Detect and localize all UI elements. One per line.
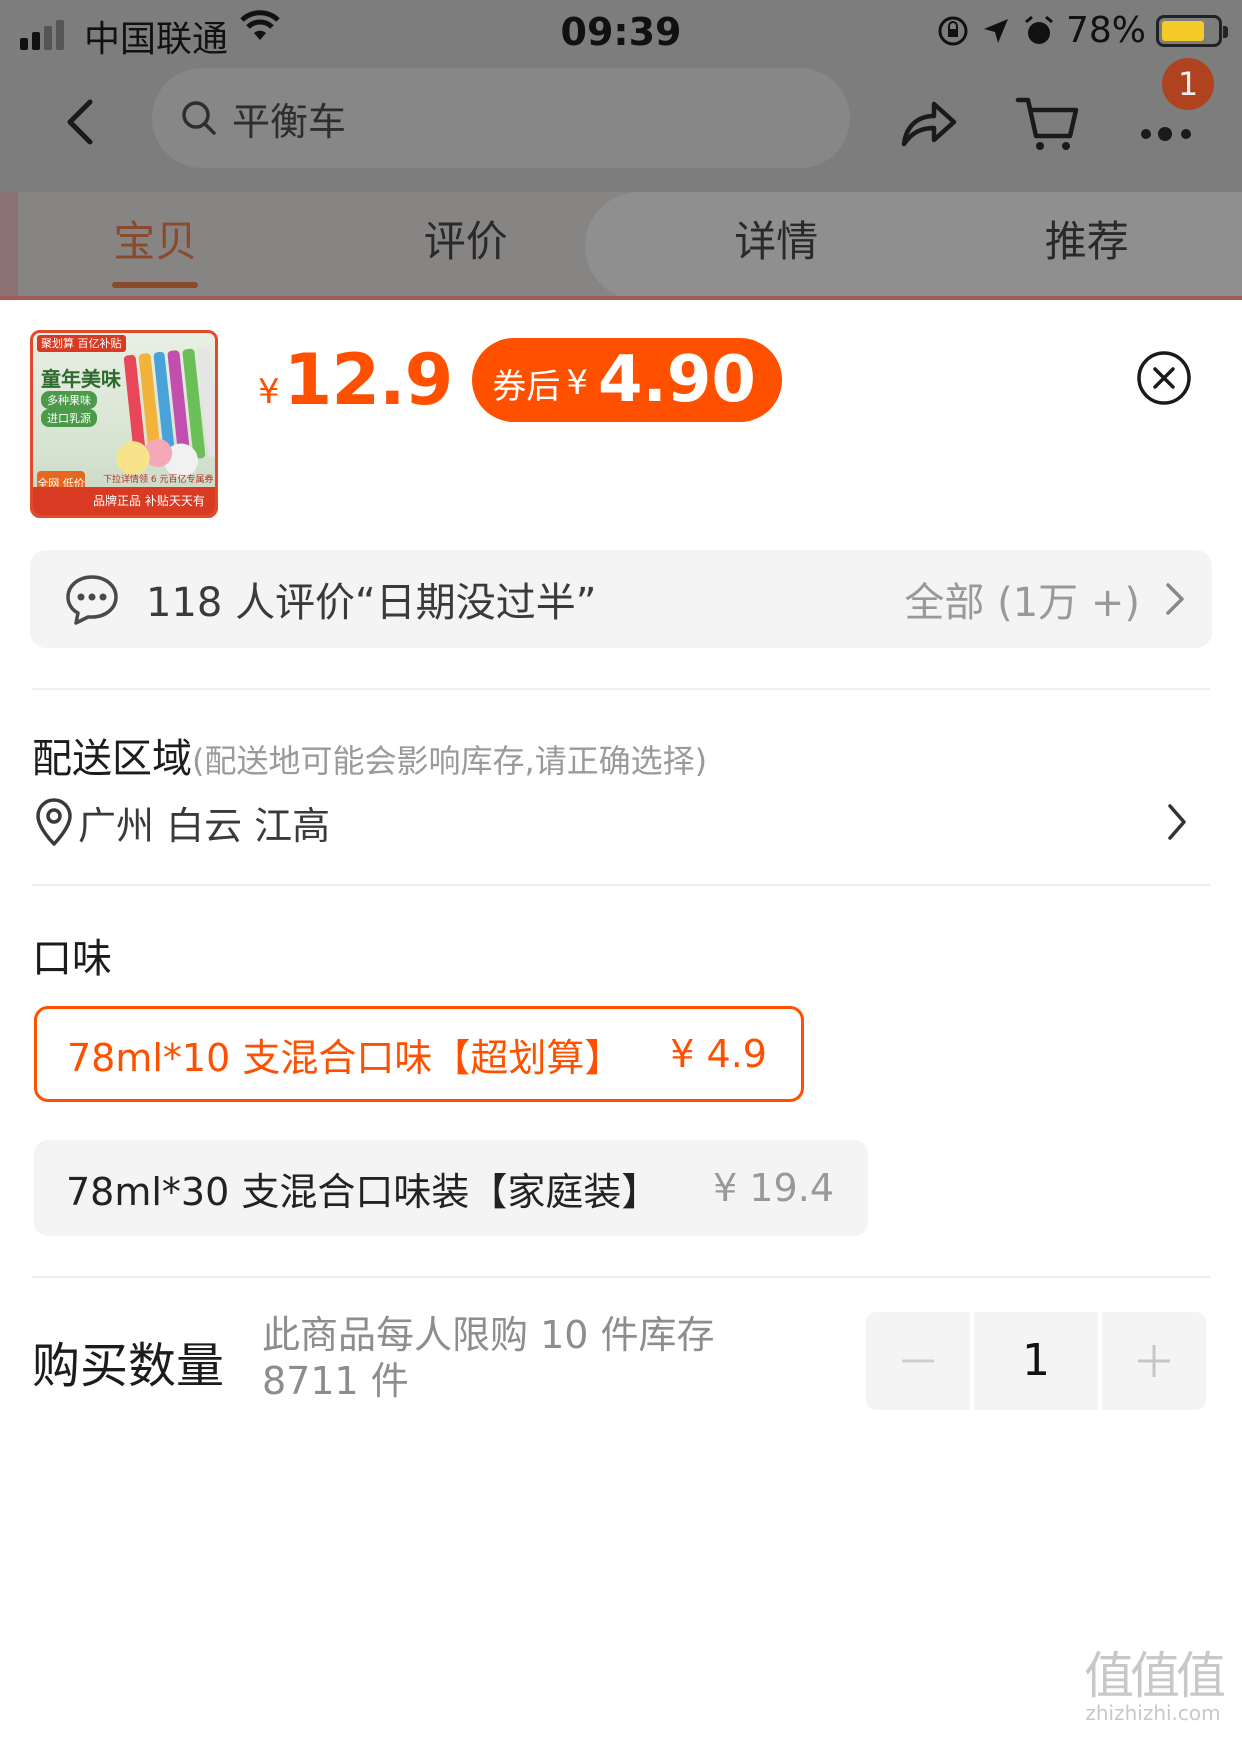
minus-icon xyxy=(902,1359,934,1363)
option-price: ¥ 19.4 xyxy=(713,1166,834,1210)
price-currency: ¥ xyxy=(258,372,280,412)
delivery-address: 广州 白云 江高 xyxy=(78,803,331,848)
review-summary[interactable]: 118 人评价“日期没过半” 全部 (1万 +) xyxy=(30,550,1212,648)
tab-recommend[interactable]: 推荐 xyxy=(932,196,1242,300)
thumb-brand-badge: 聚划算 百亿补贴 xyxy=(37,335,126,352)
review-highlight: 118 人评价“日期没过半” xyxy=(146,580,597,626)
increment-button[interactable] xyxy=(1102,1312,1206,1410)
watermark: 值值值 zhizhizhi.com xyxy=(1078,1649,1228,1723)
delivery-label: 配送区域 xyxy=(32,736,192,782)
search-input[interactable]: 平衡车 xyxy=(232,91,346,146)
quantity-title: 购买数量 xyxy=(32,1338,225,1394)
quantity-input[interactable]: 1 xyxy=(974,1312,1098,1410)
battery-icon xyxy=(1156,14,1228,47)
cart-badge: 1 xyxy=(1162,58,1214,110)
share-icon[interactable] xyxy=(892,88,962,158)
rotation-lock-icon xyxy=(938,16,968,45)
status-indicators: 78% xyxy=(936,10,1228,51)
watermark-url: zhizhizhi.com xyxy=(1085,1701,1221,1725)
watermark-logo: 值值值 xyxy=(1084,1647,1226,1705)
thumb-title: 童年美味 xyxy=(41,367,121,391)
dimmed-overlay[interactable]: 中国联通 09:39 78% 平衡车 1 宝贝 评价 详情 推荐 xyxy=(0,0,1242,300)
price-row: ¥ 12.9 券后 ¥ 4.90 xyxy=(258,338,782,422)
thumb-tag: 多种果味 xyxy=(41,391,97,409)
tab-reviews[interactable]: 评价 xyxy=(311,196,622,300)
thumb-tag: 进口乳源 xyxy=(41,409,97,427)
coupon-currency: ¥ xyxy=(566,363,588,403)
tab-details[interactable]: 详情 xyxy=(621,196,932,300)
price-value: 12.9 xyxy=(283,339,454,421)
option-label: 78ml*10 支混合口味【超划算】 xyxy=(67,1035,623,1080)
thumb-note: 下拉详情领 6 元百亿专属券 xyxy=(103,475,214,485)
search-icon xyxy=(182,101,216,135)
divider xyxy=(32,1276,1210,1278)
flavor-option[interactable]: 78ml*30 支混合口味装【家庭装】 ¥ 19.4 xyxy=(34,1140,868,1236)
product-thumbnail[interactable]: 聚划算 百亿补贴 童年美味 多种果味 进口乳源 下拉详情领 6 元百亿专属券 全… xyxy=(30,330,218,518)
thumb-footer: 品牌正品 补贴天天有 xyxy=(33,487,215,515)
sku-sheet: 聚划算 百亿补贴 童年美味 多种果味 进口乳源 下拉详情领 6 元百亿专属券 全… xyxy=(0,300,1242,1737)
delivery-title: 配送区域(配送地可能会影响库存,请正确选择) xyxy=(32,726,707,784)
option-label: 78ml*30 支混合口味装【家庭装】 xyxy=(66,1169,660,1214)
chat-bubble-icon xyxy=(66,575,118,625)
divider xyxy=(32,688,1210,690)
delivery-address-selector[interactable]: 广州 白云 江高 xyxy=(32,794,1202,850)
location-icon xyxy=(983,18,1008,43)
plus-icon xyxy=(1138,1345,1170,1377)
flavor-option-selected[interactable]: 78ml*10 支混合口味【超划算】 ¥ 4.9 xyxy=(34,1006,804,1102)
delivery-hint: (配送地可能会影响库存,请正确选择) xyxy=(192,742,708,780)
chevron-right-icon xyxy=(1166,583,1184,615)
coupon-price-badge: 券后 ¥ 4.90 xyxy=(472,338,782,422)
option-price: ¥ 4.9 xyxy=(670,1032,767,1076)
review-all-link[interactable]: 全部 (1万 +) xyxy=(904,570,1140,628)
decrement-button[interactable] xyxy=(866,1312,970,1410)
nav-bar: 平衡车 xyxy=(0,62,1242,192)
divider xyxy=(32,884,1210,886)
coupon-price: 4.90 xyxy=(598,343,756,417)
location-pin-icon xyxy=(36,798,72,846)
tab-bar: 宝贝 评价 详情 推荐 xyxy=(0,196,1242,300)
cart-icon[interactable] xyxy=(1012,88,1082,158)
quantity-limit-note: 此商品每人限购 10 件库存 8711 件 xyxy=(262,1313,715,1403)
status-bar: 中国联通 09:39 78% xyxy=(0,0,1242,62)
flavor-title: 口味 xyxy=(32,936,112,982)
alarm-icon xyxy=(1025,15,1053,44)
quantity-stepper: 1 xyxy=(866,1312,1206,1410)
battery-percent: 78% xyxy=(1065,10,1146,51)
close-icon[interactable] xyxy=(1136,350,1192,406)
search-bar[interactable]: 平衡车 xyxy=(152,68,850,168)
tab-item[interactable]: 宝贝 xyxy=(0,196,311,300)
back-icon[interactable] xyxy=(52,92,112,152)
coupon-label: 券后 xyxy=(492,366,561,407)
chevron-right-icon xyxy=(1168,804,1186,840)
